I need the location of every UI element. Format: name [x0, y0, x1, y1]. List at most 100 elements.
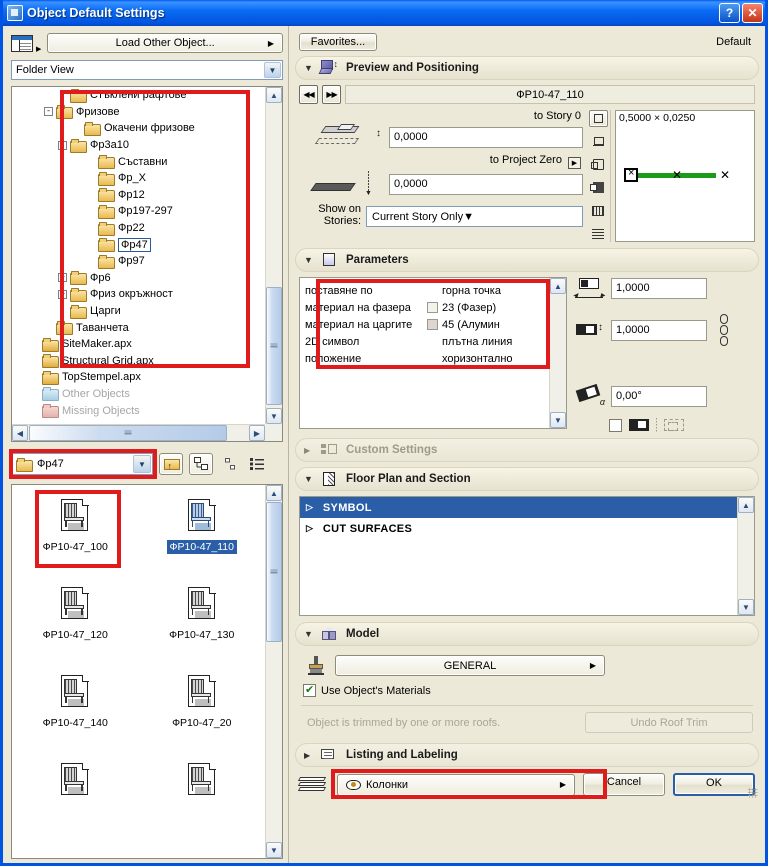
- thumbnail-item[interactable]: ФР10-47_110: [139, 493, 266, 581]
- parameter-value[interactable]: плътна линия: [427, 336, 547, 348]
- tree-item[interactable]: Фр47: [12, 236, 265, 253]
- cancel-button[interactable]: Cancel: [583, 773, 665, 796]
- floor-plan-item[interactable]: ▷ CUT SURFACES: [300, 518, 737, 539]
- expand-toggle-icon[interactable]: +: [58, 289, 67, 299]
- layer-select-button[interactable]: Колонки ▶: [337, 773, 575, 796]
- thumbnail-item[interactable]: ФР10-47_100: [12, 493, 139, 581]
- tree-item[interactable]: Царги: [12, 303, 265, 320]
- floor-plan-list[interactable]: ▷ SYMBOL ▷ CUT SURFACES ▲ ▼: [299, 496, 755, 616]
- chevron-right-icon[interactable]: ▶: [36, 45, 41, 54]
- scroll-left-button[interactable]: ◀: [12, 425, 28, 441]
- tree-horizontal-scrollbar[interactable]: ◀ ▶: [12, 424, 265, 441]
- link-proportions-icon[interactable]: [717, 308, 731, 352]
- to-story-input[interactable]: 0,0000: [389, 126, 583, 148]
- thumbnail-item[interactable]: ФР10-47_140: [12, 669, 139, 757]
- parameter-row[interactable]: 2D символ плътна линия: [300, 333, 549, 350]
- floor-plan-scrollbar[interactable]: ▲ ▼: [737, 497, 754, 615]
- scroll-right-button[interactable]: ▶: [249, 425, 265, 441]
- tree-item[interactable]: - Фризове: [12, 104, 265, 121]
- folder-up-button[interactable]: [159, 453, 183, 475]
- scroll-down-button[interactable]: ▼: [738, 599, 754, 615]
- thumb-vertical-scrollbar[interactable]: ▲ ▼: [265, 485, 282, 858]
- preview-mode-wireframe-icon[interactable]: [589, 156, 608, 173]
- tree-item[interactable]: Таванчета: [12, 319, 265, 336]
- view-details-button[interactable]: [247, 453, 269, 475]
- parameter-value[interactable]: 23 (Фазер): [427, 302, 547, 314]
- section-custom-settings[interactable]: ▶ Custom Settings: [295, 438, 759, 462]
- thumbnail-item[interactable]: ФР10-47_20: [139, 669, 266, 757]
- close-button[interactable]: ✕: [742, 3, 763, 23]
- view-mode-select[interactable]: Folder View ▼: [11, 60, 283, 80]
- mirror-checkbox[interactable]: [609, 418, 622, 432]
- tree-item[interactable]: SiteMaker.apx: [12, 336, 265, 353]
- parameter-list[interactable]: поставяне по горна точка материал на фазер…: [299, 277, 567, 429]
- ok-button[interactable]: OK: [673, 773, 755, 796]
- expand-toggle-icon[interactable]: +: [58, 273, 67, 283]
- view-large-icons-button[interactable]: [189, 453, 213, 475]
- parameters-scrollbar[interactable]: ▲ ▼: [549, 278, 566, 428]
- tree-item[interactable]: Structural Grid.apx: [12, 353, 265, 370]
- scroll-down-button[interactable]: ▼: [266, 842, 282, 858]
- section-floor-plan-and-section[interactable]: ▼ Floor Plan and Section: [295, 467, 759, 491]
- tree-hscroll-thumb[interactable]: [29, 425, 227, 441]
- scroll-down-button[interactable]: ▼: [266, 408, 282, 424]
- collapse-toggle-icon[interactable]: -: [58, 140, 67, 150]
- tree-item[interactable]: Окачени фризове: [12, 120, 265, 137]
- tree-item[interactable]: Фр12: [12, 187, 265, 204]
- folder-tree[interactable]: Стъклени рафтове - Фризове Окачени фризове -…: [11, 86, 283, 442]
- tree-item[interactable]: Фр97: [12, 253, 265, 270]
- preview-mode-solid-icon[interactable]: [589, 179, 608, 196]
- width-input[interactable]: 1,0000: [611, 277, 707, 299]
- scroll-up-button[interactable]: ▲: [266, 485, 282, 501]
- project-zero-popup-icon[interactable]: ▶: [568, 157, 581, 169]
- mirror-normal-icon[interactable]: [629, 419, 649, 431]
- object-preview[interactable]: 0,5000 × 0,0250 ✕ ✕: [615, 110, 755, 242]
- tree-item[interactable]: TopStempel.apx: [12, 369, 265, 386]
- scroll-up-button[interactable]: ▲: [266, 87, 282, 103]
- expand-toggle-icon[interactable]: ▷: [306, 523, 313, 534]
- preview-mode-front-view-icon[interactable]: [589, 133, 608, 150]
- section-model[interactable]: ▼ Model: [295, 622, 759, 646]
- parameter-row[interactable]: материал на фазера 23 (Фазер): [300, 299, 549, 316]
- view-small-icons-button[interactable]: [219, 453, 241, 475]
- floor-plan-item[interactable]: ▷ SYMBOL: [300, 497, 737, 518]
- expand-toggle-icon[interactable]: ▷: [306, 502, 313, 513]
- parameter-row[interactable]: материал на царгите 45 (Алумин: [300, 316, 549, 333]
- tree-item[interactable]: - Фр3a10: [12, 137, 265, 154]
- parameter-value[interactable]: 45 (Алумин: [427, 319, 547, 331]
- tree-item[interactable]: Съставни: [12, 153, 265, 170]
- tree-item[interactable]: + Фр6: [12, 270, 265, 287]
- to-project-zero-input[interactable]: 0,0000: [389, 173, 583, 195]
- favorites-button[interactable]: Favorites...: [299, 33, 377, 51]
- section-parameters[interactable]: ▼ Parameters: [295, 248, 759, 272]
- resize-grip[interactable]: [748, 788, 758, 798]
- parameter-row[interactable]: поставяне по горна точка: [300, 282, 549, 299]
- use-materials-checkbox[interactable]: [303, 683, 316, 697]
- previous-object-button[interactable]: ◀◀: [299, 85, 318, 104]
- thumbnail-item[interactable]: ФР10-47_120: [12, 581, 139, 669]
- tree-item[interactable]: Фр197-297: [12, 203, 265, 220]
- tree-item[interactable]: Other Objects: [12, 386, 265, 403]
- tree-scroll-thumb[interactable]: [266, 287, 282, 405]
- tree-item[interactable]: + Фриз окръжност: [12, 286, 265, 303]
- current-folder-select[interactable]: Фр47 ▼: [11, 453, 153, 475]
- preview-mode-description-icon[interactable]: [589, 225, 608, 242]
- parameter-value[interactable]: хоризонтално: [427, 353, 547, 365]
- tree-item[interactable]: Missing Objects: [12, 402, 265, 419]
- chevron-down-icon[interactable]: ▼: [463, 211, 474, 223]
- height-input[interactable]: 1,0000: [611, 319, 707, 341]
- thumbnail-item[interactable]: [139, 757, 266, 845]
- list-view-icon[interactable]: [11, 34, 33, 52]
- collapse-toggle-icon[interactable]: -: [44, 107, 53, 117]
- parameter-row[interactable]: положение хоризонтално: [300, 350, 549, 367]
- tree-vertical-scrollbar[interactable]: ▲ ▼: [265, 87, 282, 424]
- help-button[interactable]: ?: [719, 3, 740, 23]
- tree-item[interactable]: Фр22: [12, 220, 265, 237]
- scroll-down-button[interactable]: ▼: [550, 412, 566, 428]
- object-thumbnail-browser[interactable]: ФР10-47_100 ФР10-47_110 ФР10-47_120 ФР10-47…: [11, 484, 283, 859]
- preview-mode-2d-symbol-icon[interactable]: [588, 110, 608, 127]
- section-preview-and-positioning[interactable]: ▼ ↕ Preview and Positioning: [295, 56, 759, 80]
- use-object-materials-row[interactable]: Use Object's Materials: [303, 683, 755, 697]
- tree-item[interactable]: Стъклени рафтове: [12, 87, 265, 104]
- scroll-up-button[interactable]: ▲: [738, 497, 754, 513]
